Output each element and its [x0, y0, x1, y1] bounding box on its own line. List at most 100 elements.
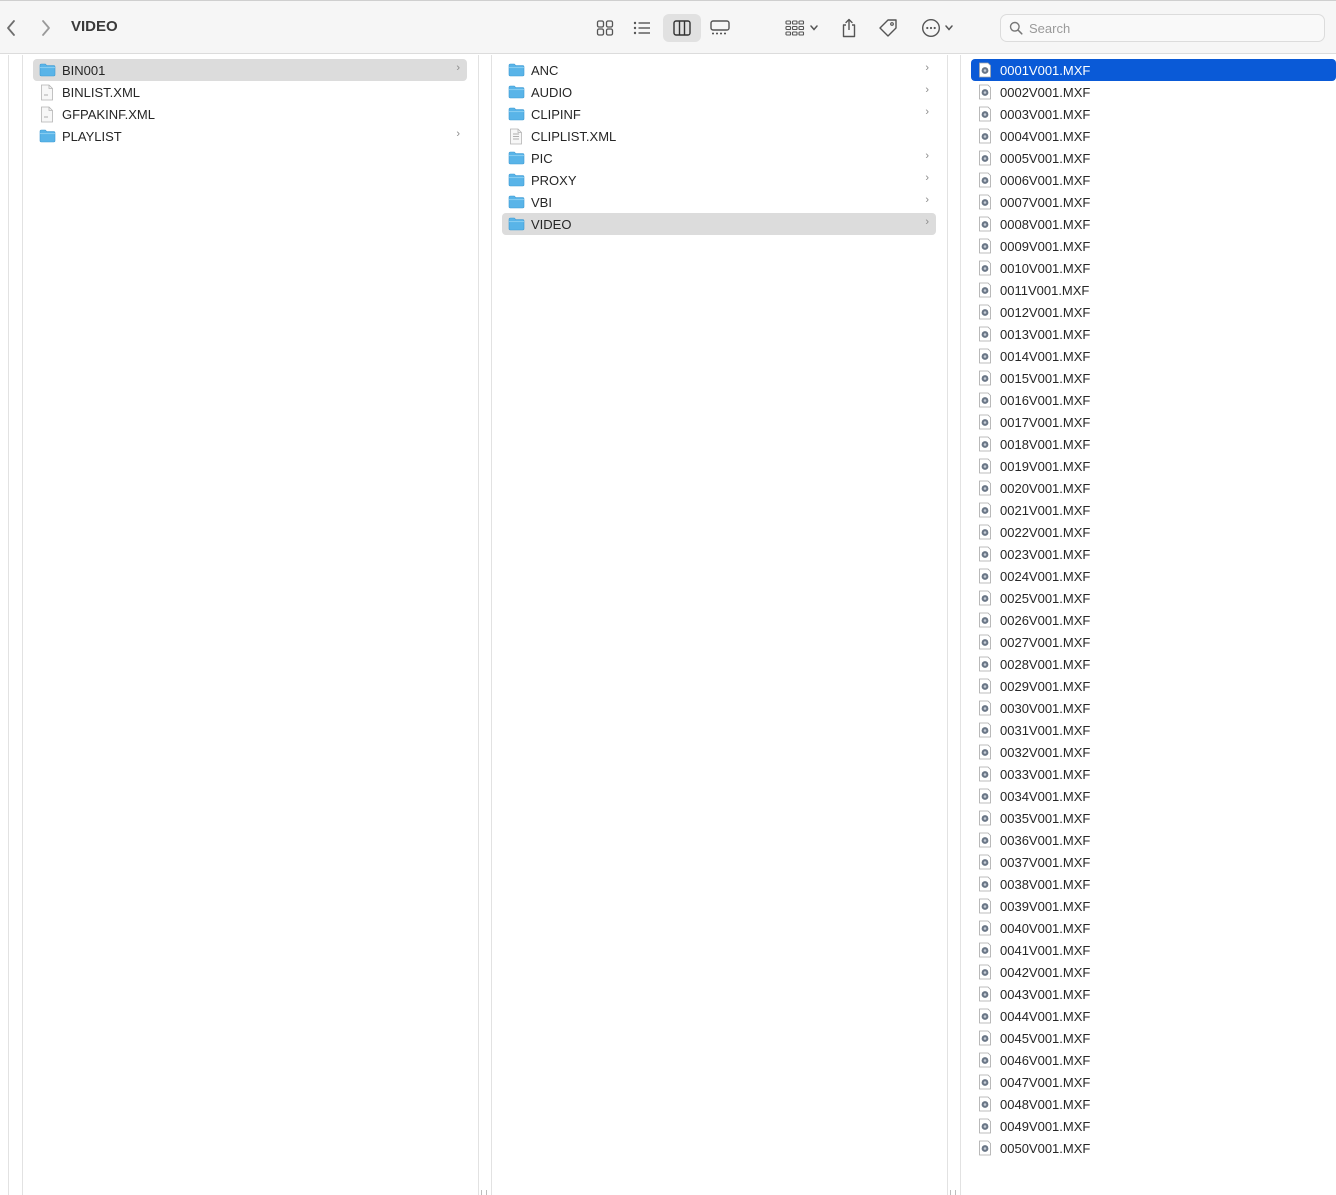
window-title: VIDEO — [71, 18, 118, 35]
item-label: 0020V001.MXF — [1000, 480, 1091, 496]
folder-row[interactable]: CLIPINF › — [502, 103, 936, 125]
file-row[interactable]: 0015V001.MXF — [971, 367, 1336, 389]
file-row[interactable]: 0050V001.MXF — [971, 1137, 1336, 1159]
file-row[interactable]: 0042V001.MXF — [971, 961, 1336, 983]
file-row[interactable]: 0022V001.MXF — [971, 521, 1336, 543]
file-row[interactable]: 0027V001.MXF — [971, 631, 1336, 653]
media-file-icon — [976, 611, 994, 629]
file-row[interactable]: 0038V001.MXF — [971, 873, 1336, 895]
file-row[interactable]: 0034V001.MXF — [971, 785, 1336, 807]
file-row[interactable]: 0002V001.MXF — [971, 81, 1336, 103]
folder-row[interactable]: VIDEO › — [502, 213, 936, 235]
item-label: 0004V001.MXF — [1000, 128, 1091, 144]
folder-row[interactable]: PROXY › — [502, 169, 936, 191]
folder-row[interactable]: BIN001 › — [33, 59, 467, 81]
column-resize-handle[interactable] — [481, 1190, 487, 1195]
file-row[interactable]: 0021V001.MXF — [971, 499, 1336, 521]
folder-row[interactable]: AUDIO › — [502, 81, 936, 103]
item-label: 0003V001.MXF — [1000, 106, 1091, 122]
file-row[interactable]: 0044V001.MXF — [971, 1005, 1336, 1027]
tag-button[interactable] — [875, 14, 901, 42]
file-row[interactable]: 0037V001.MXF — [971, 851, 1336, 873]
media-file-icon — [976, 721, 994, 739]
file-row[interactable]: BINLIST.XML — [33, 81, 467, 103]
file-row[interactable]: 0046V001.MXF — [971, 1049, 1336, 1071]
file-row[interactable]: 0020V001.MXF — [971, 477, 1336, 499]
item-label: 0011V001.MXF — [1000, 282, 1090, 298]
file-row[interactable]: 0014V001.MXF — [971, 345, 1336, 367]
file-row[interactable]: 0018V001.MXF — [971, 433, 1336, 455]
file-row[interactable]: 0011V001.MXF — [971, 279, 1336, 301]
more-actions-button[interactable] — [916, 14, 958, 42]
file-row[interactable]: 0047V001.MXF — [971, 1071, 1336, 1093]
media-file-icon — [976, 1139, 994, 1157]
file-row[interactable]: 0013V001.MXF — [971, 323, 1336, 345]
file-row[interactable]: 0028V001.MXF — [971, 653, 1336, 675]
group-button[interactable] — [780, 14, 824, 42]
file-row[interactable]: 0032V001.MXF — [971, 741, 1336, 763]
media-file-icon — [976, 853, 994, 871]
file-row[interactable]: 0043V001.MXF — [971, 983, 1336, 1005]
file-row[interactable]: 0026V001.MXF — [971, 609, 1336, 631]
file-row[interactable]: 0036V001.MXF — [971, 829, 1336, 851]
icon-view-button[interactable] — [590, 14, 620, 42]
file-row[interactable]: 0017V001.MXF — [971, 411, 1336, 433]
folder-row[interactable]: ANC › — [502, 59, 936, 81]
file-row[interactable]: 0009V001.MXF — [971, 235, 1336, 257]
folder-row[interactable]: PIC › — [502, 147, 936, 169]
file-row[interactable]: 0024V001.MXF — [971, 565, 1336, 587]
media-file-icon — [976, 61, 994, 79]
file-row[interactable]: 0048V001.MXF — [971, 1093, 1336, 1115]
forward-button[interactable] — [35, 14, 57, 42]
file-row[interactable]: 0039V001.MXF — [971, 895, 1336, 917]
media-file-icon — [976, 699, 994, 717]
file-row[interactable]: 0035V001.MXF — [971, 807, 1336, 829]
file-row[interactable]: 0007V001.MXF — [971, 191, 1336, 213]
file-row[interactable]: 0010V001.MXF — [971, 257, 1336, 279]
file-row[interactable]: 0041V001.MXF — [971, 939, 1336, 961]
tag-icon — [879, 19, 897, 37]
column-resize-handle[interactable] — [950, 1190, 956, 1195]
folder-row[interactable]: PLAYLIST › — [33, 125, 467, 147]
search-field[interactable] — [1000, 14, 1325, 42]
file-row[interactable]: 0008V001.MXF — [971, 213, 1336, 235]
chevron-right-icon: › — [925, 150, 929, 162]
item-label: 0005V001.MXF — [1000, 150, 1091, 166]
file-row[interactable]: 0025V001.MXF — [971, 587, 1336, 609]
file-row[interactable]: 0040V001.MXF — [971, 917, 1336, 939]
file-row[interactable]: 0004V001.MXF — [971, 125, 1336, 147]
item-label: 0025V001.MXF — [1000, 590, 1091, 606]
list-view-button[interactable] — [627, 14, 657, 42]
media-file-icon — [976, 1073, 994, 1091]
file-row[interactable]: CLIPLIST.XML — [502, 125, 936, 147]
media-file-icon — [976, 633, 994, 651]
file-row[interactable]: 0005V001.MXF — [971, 147, 1336, 169]
file-row[interactable]: 0006V001.MXF — [971, 169, 1336, 191]
file-row[interactable]: 0029V001.MXF — [971, 675, 1336, 697]
column-view-button[interactable] — [663, 14, 701, 42]
item-label: BINLIST.XML — [62, 84, 141, 100]
item-label: 0048V001.MXF — [1000, 1096, 1091, 1112]
file-row[interactable]: 0016V001.MXF — [971, 389, 1336, 411]
media-file-icon — [976, 985, 994, 1003]
gallery-view-button[interactable] — [705, 14, 735, 42]
share-button[interactable] — [836, 14, 862, 42]
file-row[interactable]: 0033V001.MXF — [971, 763, 1336, 785]
file-row[interactable]: 0012V001.MXF — [971, 301, 1336, 323]
search-input[interactable] — [1029, 20, 1309, 36]
file-row[interactable]: 0023V001.MXF — [971, 543, 1336, 565]
folder-row[interactable]: VBI › — [502, 191, 936, 213]
file-row[interactable]: 0019V001.MXF — [971, 455, 1336, 477]
file-row[interactable]: 0031V001.MXF — [971, 719, 1336, 741]
file-row[interactable]: 0001V001.MXF — [971, 59, 1336, 81]
media-file-icon — [976, 325, 994, 343]
file-row[interactable]: 0049V001.MXF — [971, 1115, 1336, 1137]
file-row[interactable]: 0003V001.MXF — [971, 103, 1336, 125]
item-label: 0012V001.MXF — [1000, 304, 1091, 320]
file-row[interactable]: 0045V001.MXF — [971, 1027, 1336, 1049]
media-file-icon — [976, 1051, 994, 1069]
media-file-icon — [976, 919, 994, 937]
file-row[interactable]: GFPAKINF.XML — [33, 103, 467, 125]
file-row[interactable]: 0030V001.MXF — [971, 697, 1336, 719]
back-button[interactable] — [0, 14, 22, 42]
